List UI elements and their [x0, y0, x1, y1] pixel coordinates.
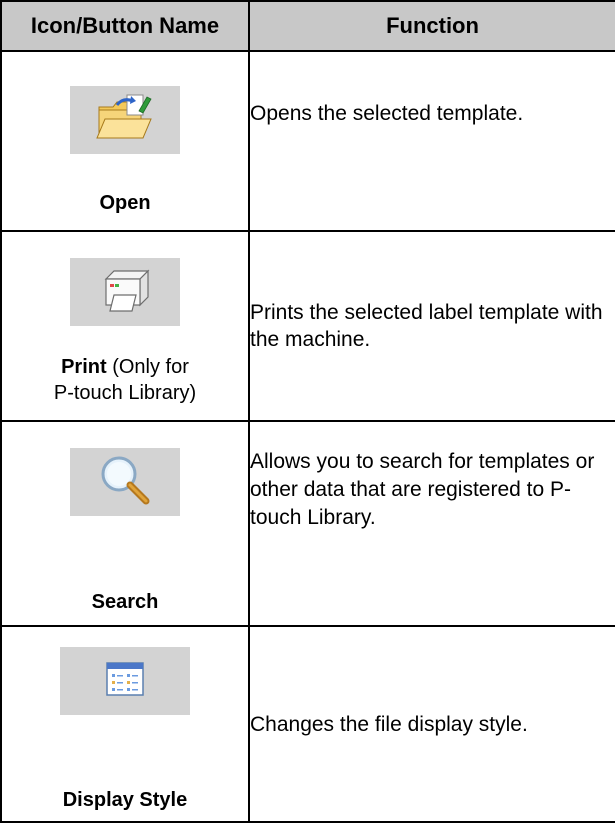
table-row: Search Allows you to search for template…	[0, 420, 615, 627]
button-name: Display Style	[2, 787, 248, 813]
function-description: Opens the selected template.	[248, 50, 615, 232]
print-button[interactable]	[70, 258, 180, 326]
button-name: Print (Only for P-touch Library)	[2, 354, 248, 406]
function-description: Changes the file display style.	[248, 625, 615, 823]
function-description: Prints the selected label template with …	[248, 230, 615, 422]
icon-cell: Display Style	[0, 625, 250, 823]
header-function: Function	[248, 0, 615, 52]
button-name-bold: Open	[99, 192, 151, 214]
icon-cell: Search	[0, 420, 250, 627]
magnifier-icon	[95, 450, 155, 515]
icon-cell: Print (Only for P-touch Library)	[0, 230, 250, 422]
table-header-row: Icon/Button Name Function	[0, 0, 615, 52]
button-name: Open	[2, 190, 248, 216]
display-style-button[interactable]	[60, 647, 190, 715]
display-style-icon	[105, 661, 145, 702]
button-name-line2: P-touch Library)	[53, 382, 197, 404]
table-row: Open Opens the selected template.	[0, 50, 615, 232]
button-name: Search	[2, 589, 248, 615]
open-button[interactable]	[70, 86, 180, 154]
button-name-suffix: (Only for	[106, 356, 189, 378]
function-description: Allows you to search for templates or ot…	[248, 420, 615, 627]
icon-cell: Open	[0, 50, 250, 232]
open-folder-icon	[93, 91, 157, 150]
header-icon-button-name: Icon/Button Name	[0, 0, 250, 52]
table-row: Display Style Changes the file display s…	[0, 625, 615, 823]
button-name-bold: Print	[61, 356, 107, 378]
button-name-bold: Display Style	[62, 789, 188, 811]
table-row: Print (Only for P-touch Library) Prints …	[0, 230, 615, 422]
search-button[interactable]	[70, 448, 180, 516]
printer-icon	[96, 265, 154, 320]
button-name-bold: Search	[91, 591, 159, 613]
icon-function-table: Icon/Button Name Function Open Opens the…	[0, 0, 615, 823]
